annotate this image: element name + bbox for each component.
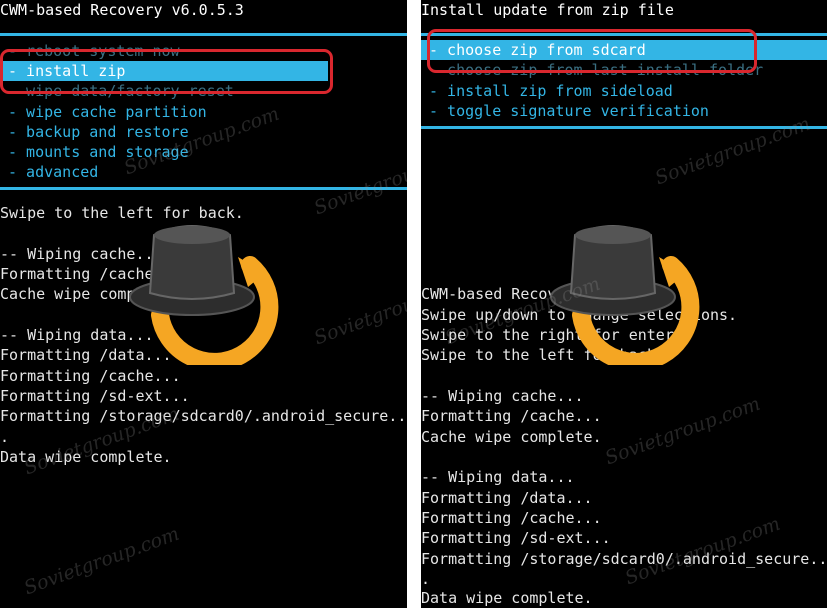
menu-item-wipe-data[interactable]: - wipe data/factory reset [0,81,407,101]
watermark: Sovietgroup.com [652,112,814,190]
cwm-logo-icon [550,225,700,365]
menu-item-wipe-cache[interactable]: - wipe cache partition [0,102,407,122]
menu-divider-bottom [0,187,407,190]
log-line: Formatting /storage/sdcard0/.android_sec… [421,550,827,568]
menu-divider-bottom [421,126,827,129]
menu-divider-top [0,33,407,36]
log-line: Cache wipe complete. [421,428,602,446]
recovery-screen-right: Install update from zip file - choose zi… [421,0,827,608]
menu-item-install-zip[interactable]: - install zip [0,61,328,81]
recovery-screen-left: CWM-based Recovery v6.0.5.3 - reboot sys… [0,0,407,608]
log-line: Data wipe complete. [421,589,593,607]
menu-divider-top [421,33,827,36]
menu-item-toggle-signature[interactable]: - toggle signature verification [421,101,827,121]
log-line: -- Wiping data... [421,468,575,486]
menu-item-choose-zip-last-folder[interactable]: - choose zip from last install folder [421,60,827,80]
menu-item-choose-zip-sdcard[interactable]: - choose zip from sdcard [421,40,827,60]
menu-item-advanced[interactable]: - advanced [0,162,407,182]
log-line: Formatting /sd-ext... [421,529,611,547]
menu-item-backup-restore[interactable]: - backup and restore [0,122,407,142]
menu-item-reboot[interactable]: - reboot system now [0,41,407,61]
log-line: Formatting /cache... [0,367,181,385]
menu-item-mounts-storage[interactable]: - mounts and storage [0,142,407,162]
log-line: Formatting /data... [421,489,593,507]
log-line: Formatting /cache... [421,407,602,425]
install-title: Install update from zip file [421,1,674,19]
log-line: . [0,428,10,446]
recovery-title: CWM-based Recovery v6.0.5.3 [0,1,244,19]
log-line: -- Wiping cache... [421,387,584,405]
watermark: Sovietgroup.com [21,522,183,600]
log-line: . [421,570,431,588]
log-line: Formatting /sd-ext... [0,387,190,405]
hat-top [154,226,230,244]
cwm-logo-icon [129,225,279,365]
menu-item-install-sideload[interactable]: - install zip from sideload [421,81,827,101]
log-line: Data wipe complete. [0,448,172,466]
log-line: Formatting /storage/sdcard0/.android_sec… [0,407,407,425]
log-line: Formatting /cache... [421,509,602,527]
hat-top [575,226,651,244]
